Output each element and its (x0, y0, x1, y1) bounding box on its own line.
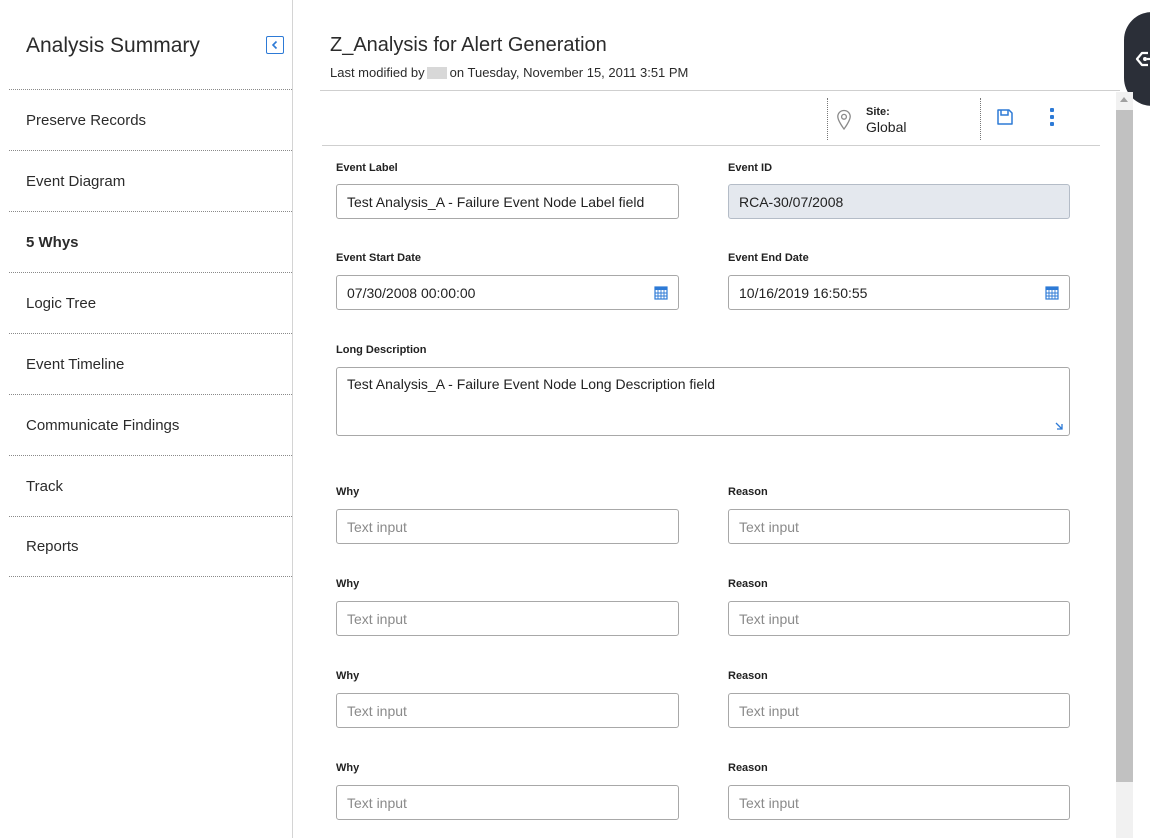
long-description-textarea[interactable]: Test Analysis_A - Failure Event Node Lon… (336, 367, 1070, 436)
event-end-date-value: 10/16/2019 16:50:55 (739, 284, 868, 301)
calendar-icon[interactable] (1045, 285, 1059, 300)
reason-label-2: Reason (728, 578, 768, 590)
calendar-icon[interactable] (654, 285, 668, 300)
event-id-label: Event ID (728, 162, 773, 174)
location-pin-icon (837, 109, 851, 131)
content-scrollbar[interactable] (1116, 92, 1133, 838)
event-label-input[interactable]: Test Analysis_A - Failure Event Node Lab… (336, 184, 679, 219)
event-start-date-input[interactable]: 07/30/2008 00:00:00 (336, 275, 679, 310)
more-dot (1050, 122, 1054, 126)
event-label-label: Event Label (336, 162, 398, 174)
why-label-1: Why (336, 486, 360, 498)
more-vertical-icon (1050, 108, 1054, 112)
sidebar-nav: Preserve Records Event Diagram 5 Whys Lo… (9, 89, 292, 577)
sidebar-item-logic-tree[interactable]: Logic Tree (9, 272, 292, 333)
sidebar-header: Analysis Summary (0, 0, 292, 90)
event-end-date-label: Event End Date (728, 252, 809, 264)
save-icon[interactable] (995, 107, 1015, 127)
why-input-1[interactable]: Text input (336, 509, 679, 544)
more-dot (1050, 115, 1054, 119)
toolbar-separator (980, 98, 981, 140)
reason-input-3[interactable]: Text input (728, 693, 1070, 728)
modified-suffix: on Tuesday, November 15, 2011 3:51 PM (449, 65, 689, 80)
why-label-3: Why (336, 670, 360, 682)
long-description-label: Long Description (336, 344, 427, 356)
more-options-button[interactable] (1042, 106, 1062, 128)
redacted-username (426, 67, 447, 79)
why-label-2: Why (336, 578, 360, 590)
main-area: Z_Analysis for Alert Generation Last mod… (294, 0, 1150, 838)
sidebar-item-reports[interactable]: Reports (9, 516, 292, 577)
reason-input-1[interactable]: Text input (728, 509, 1070, 544)
reason-label-1: Reason (728, 486, 768, 498)
event-id-input: RCA-30/07/2008 (728, 184, 1070, 219)
site-value: Global (866, 119, 907, 135)
why-label-4: Why (336, 762, 360, 774)
scroll-up-arrow-icon[interactable] (1120, 97, 1128, 102)
toolbar-separator (827, 98, 828, 140)
sidebar-item-event-timeline[interactable]: Event Timeline (9, 333, 292, 394)
long-description-value: Test Analysis_A - Failure Event Node Lon… (347, 376, 716, 392)
site-label: Site: (866, 106, 890, 118)
event-start-date-label: Event Start Date (336, 252, 421, 264)
sidebar-item-5-whys[interactable]: 5 Whys (9, 211, 292, 272)
why-input-3[interactable]: Text input (336, 693, 679, 728)
resize-icon[interactable] (1054, 421, 1064, 431)
modified-prefix: Last modified by (330, 65, 425, 80)
sidebar-title: Analysis Summary (26, 34, 200, 57)
sidebar-item-communicate-findings[interactable]: Communicate Findings (9, 394, 292, 455)
sidebar-item-preserve-records[interactable]: Preserve Records (9, 89, 292, 150)
last-modified-text: Last modified by on Tuesday, November 15,… (330, 65, 688, 80)
scrollbar-thumb[interactable] (1116, 110, 1133, 782)
collapse-left-icon (271, 40, 278, 50)
sidebar-item-event-diagram[interactable]: Event Diagram (9, 150, 292, 211)
why-input-4[interactable]: Text input (336, 785, 679, 820)
page-title: Z_Analysis for Alert Generation (330, 34, 607, 56)
reason-label-4: Reason (728, 762, 768, 774)
content-toolbar: Site: Global (322, 92, 1100, 146)
reason-label-3: Reason (728, 670, 768, 682)
why-input-2[interactable]: Text input (336, 601, 679, 636)
event-start-date-value: 07/30/2008 00:00:00 (347, 284, 476, 301)
event-end-date-input[interactable]: 10/16/2019 16:50:55 (728, 275, 1070, 310)
collapse-sidebar-button[interactable] (266, 36, 284, 54)
panel-toggle-icon (1135, 51, 1150, 67)
reason-input-2[interactable]: Text input (728, 601, 1070, 636)
reason-input-4[interactable]: Text input (728, 785, 1070, 820)
analysis-content: Site: Global Event Label Test Analysis_A… (322, 92, 1102, 838)
header-divider (320, 90, 1120, 91)
sidebar: Analysis Summary Preserve Records Event … (0, 0, 293, 838)
sidebar-item-track[interactable]: Track (9, 455, 292, 516)
